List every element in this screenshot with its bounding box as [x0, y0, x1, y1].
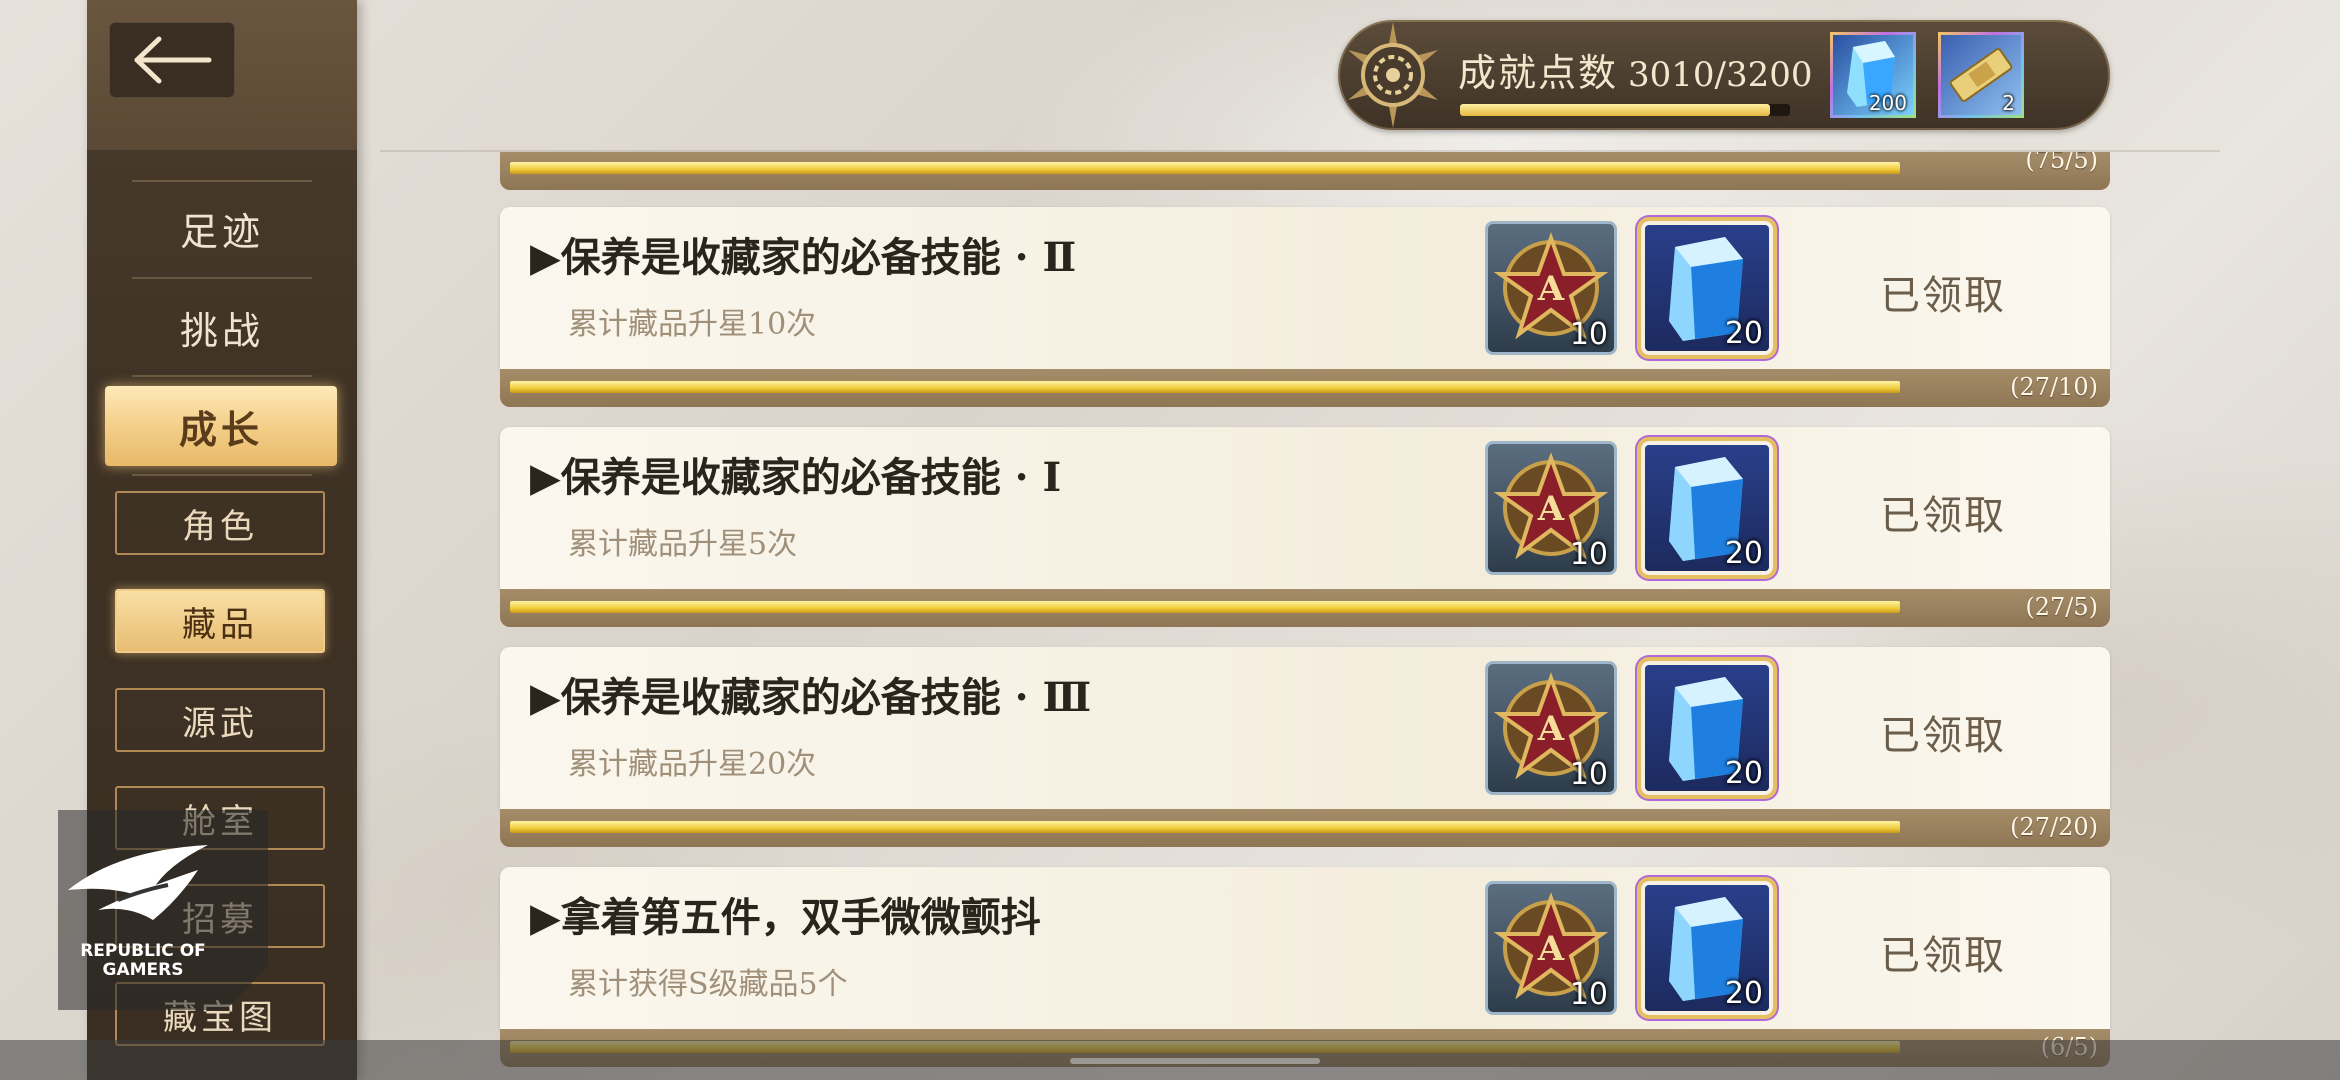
progress-fill — [510, 381, 1900, 393]
nav-divider — [132, 375, 312, 377]
nav-item-footprints[interactable]: 足迹 — [87, 183, 357, 273]
points-title: 成就点数 3010/3200 — [1458, 51, 1813, 95]
progress-fill — [510, 601, 1900, 613]
reward-badge[interactable]: A 10 — [1485, 661, 1617, 795]
sub-item-collection[interactable]: 藏品 — [115, 589, 325, 653]
sub-item-character[interactable]: 角色 — [115, 491, 325, 555]
achievement-title[interactable]: ▶保养是收藏家的必备技能 · Ⅲ — [530, 665, 1091, 723]
reward-crystal[interactable]: 20 — [1641, 661, 1773, 795]
rog-text: REPUBLIC OF GAMERS — [80, 941, 206, 980]
achievement-card: ▶保养是收藏家的必备技能 · Ⅰ 累计藏品升星5次 A 10 20 已领取 (2… — [500, 427, 2110, 627]
achievement-card-body: ▶保养是收藏家的必备技能 · Ⅰ 累计藏品升星5次 A 10 20 已领取 — [500, 427, 2110, 589]
achievement-card: ▶保养是收藏家的必备技能 · Ⅱ 累计藏品升星10次 A 10 20 已领取 (… — [500, 207, 2110, 407]
reward-badge[interactable]: A 10 — [1485, 221, 1617, 355]
achievement-title[interactable]: ▶保养是收藏家的必备技能 · Ⅱ — [530, 225, 1076, 283]
ticket-currency[interactable]: 2 — [1938, 32, 2024, 118]
progress-track — [510, 601, 1900, 613]
reward-crystal-count: 20 — [1724, 976, 1763, 1011]
claimed-status: 已领取 — [1880, 493, 2006, 539]
progress-text: (27/20) — [2010, 813, 2098, 841]
nav-divider — [132, 277, 312, 279]
progress-track — [510, 821, 1900, 833]
crystal-count: 200 — [1868, 91, 1907, 115]
achievement-title[interactable]: ▶拿着第五件，双手微微颤抖 — [530, 885, 1041, 943]
reward-badge[interactable]: A 10 — [1485, 441, 1617, 575]
achievement-description: 累计藏品升星10次 — [568, 307, 817, 342]
reward-crystal-count: 20 — [1724, 756, 1763, 791]
points-progress-fill — [1460, 104, 1771, 116]
progress-fill — [510, 162, 1900, 174]
svg-text:A: A — [1537, 269, 1565, 309]
reward-crystal-count: 20 — [1724, 316, 1763, 351]
compass-emblem-icon — [1348, 22, 1438, 128]
achievement-progress-footer: (27/5) — [500, 589, 2110, 627]
crystal-currency[interactable]: 200 — [1830, 32, 1916, 118]
ticket-count: 2 — [2002, 91, 2015, 115]
partial-achievement-card: (75/5) — [500, 152, 2110, 190]
reward-badge[interactable]: A 10 — [1485, 881, 1617, 1015]
reward-crystal[interactable]: 20 — [1641, 881, 1773, 1015]
progress-text: (75/5) — [2025, 152, 2098, 174]
rog-watermark: REPUBLIC OF GAMERS — [58, 810, 268, 1010]
sub-item-weapon[interactable]: 源武 — [115, 688, 325, 752]
home-indicator[interactable] — [1070, 1058, 1320, 1064]
reward-badge-count: 10 — [1569, 757, 1608, 792]
reward-crystal[interactable]: 20 — [1641, 221, 1773, 355]
achievement-description: 累计藏品升星5次 — [568, 527, 798, 562]
svg-text:A: A — [1537, 929, 1565, 969]
progress-fill — [510, 821, 1900, 833]
progress-track — [510, 381, 1900, 393]
reward-crystal[interactable]: 20 — [1641, 441, 1773, 575]
nav-divider — [132, 180, 312, 182]
claimed-status: 已领取 — [1880, 273, 2006, 319]
back-button[interactable] — [109, 22, 235, 98]
points-progress-bar — [1460, 104, 1790, 116]
achievement-card: ▶保养是收藏家的必备技能 · Ⅲ 累计藏品升星20次 A 10 20 已领取 (… — [500, 647, 2110, 847]
nav-item-growth[interactable]: 成长 — [105, 386, 337, 466]
rog-logo-icon — [68, 845, 208, 920]
achievement-card-body: ▶拿着第五件，双手微微颤抖 累计获得S级藏品5个 A 10 20 已领取 — [500, 867, 2110, 1029]
achievement-points-panel: 成就点数 3010/3200 200 2 — [1338, 20, 2110, 130]
reward-badge-count: 10 — [1569, 537, 1608, 572]
nav-item-challenge[interactable]: 挑战 — [87, 282, 357, 372]
achievement-progress-footer: (27/20) — [500, 809, 2110, 847]
claimed-status: 已领取 — [1880, 713, 2006, 759]
svg-text:A: A — [1537, 489, 1565, 529]
progress-text: (27/10) — [2010, 373, 2098, 401]
achievement-description: 累计获得S级藏品5个 — [568, 967, 848, 1002]
reward-badge-count: 10 — [1569, 977, 1608, 1012]
achievement-card-body: ▶保养是收藏家的必备技能 · Ⅲ 累计藏品升星20次 A 10 20 已领取 — [500, 647, 2110, 809]
progress-text: (27/5) — [2025, 593, 2098, 621]
claimed-status: 已领取 — [1880, 933, 2006, 979]
reward-crystal-count: 20 — [1724, 536, 1763, 571]
achievement-title[interactable]: ▶保养是收藏家的必备技能 · Ⅰ — [530, 445, 1061, 503]
achievement-progress-footer: (27/10) — [500, 369, 2110, 407]
back-arrow-icon — [134, 36, 212, 84]
progress-track — [510, 162, 1900, 174]
svg-text:A: A — [1537, 709, 1565, 749]
points-value: 3010/3200 — [1628, 55, 1813, 95]
nav-divider — [132, 474, 312, 476]
reward-badge-count: 10 — [1569, 317, 1608, 352]
achievement-card-body: ▶保养是收藏家的必备技能 · Ⅱ 累计藏品升星10次 A 10 20 已领取 — [500, 207, 2110, 369]
achievement-card: ▶拿着第五件，双手微微颤抖 累计获得S级藏品5个 A 10 20 已领取 (6/… — [500, 867, 2110, 1067]
achievement-description: 累计藏品升星20次 — [568, 747, 817, 782]
